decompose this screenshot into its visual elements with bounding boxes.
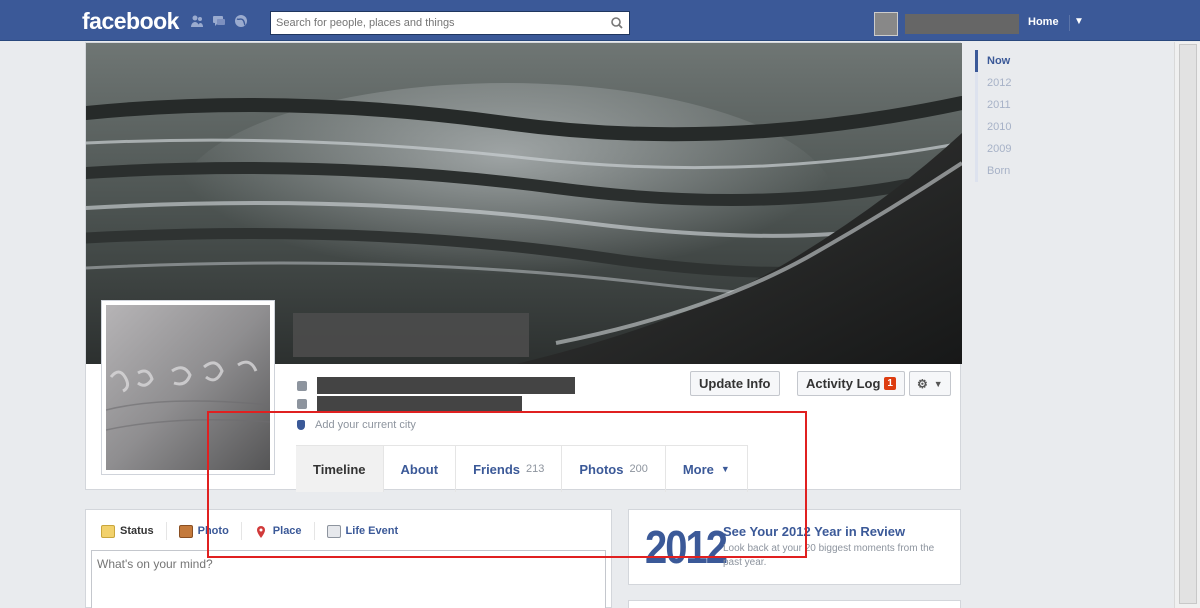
status-icon: [101, 524, 115, 538]
year-now[interactable]: Now: [975, 50, 1035, 72]
topbar-divider: [1069, 15, 1070, 31]
year-2009[interactable]: 2009: [975, 138, 1035, 160]
user-name-redacted[interactable]: [905, 14, 1019, 34]
activity-log-button[interactable]: Activity Log 1: [797, 371, 905, 396]
search-input[interactable]: [271, 12, 601, 34]
photo-icon: [178, 524, 193, 538]
search-icon[interactable]: [609, 15, 625, 31]
composer-tab-status[interactable]: Status: [101, 522, 167, 540]
search-box: [270, 11, 630, 35]
page-scrollbar[interactable]: [1174, 42, 1200, 608]
activity-log-label: Activity Log: [806, 376, 881, 391]
update-info-button[interactable]: Update Info: [690, 371, 780, 396]
work-icon: [297, 380, 307, 391]
info-row-education: [297, 396, 522, 411]
top-navigation-bar: facebook Home ▼: [0, 0, 1200, 41]
update-info-label: Update Info: [699, 376, 771, 391]
timeline-year-nav: Now 2012 2011 2010 2009 Born: [975, 50, 1035, 182]
messages-icon[interactable]: [212, 14, 226, 28]
profile-name-redacted: [293, 313, 529, 357]
year-2012[interactable]: 2012: [975, 72, 1035, 94]
account-caret-icon[interactable]: ▼: [1074, 16, 1084, 27]
notifications-icon[interactable]: [234, 14, 248, 28]
education-icon: [297, 398, 307, 409]
home-link[interactable]: Home: [1028, 16, 1059, 28]
friends-icon[interactable]: [190, 14, 204, 28]
user-avatar[interactable]: [874, 12, 898, 36]
education-redacted: [317, 396, 522, 411]
status-input[interactable]: [91, 550, 606, 608]
info-row-work: [297, 377, 575, 394]
jewel-icons: [190, 14, 248, 28]
facebook-logo[interactable]: facebook: [82, 8, 179, 35]
annotation-highlight-box: [207, 411, 807, 558]
scrollbar-thumb[interactable]: [1179, 44, 1197, 604]
chevron-down-icon: ▼: [933, 378, 943, 389]
year-born[interactable]: Born: [975, 160, 1035, 182]
gear-icon: ⚙: [917, 376, 928, 391]
year-2010[interactable]: 2010: [975, 116, 1035, 138]
work-redacted: [317, 377, 575, 394]
next-card: [628, 600, 961, 608]
composer-tab-label: Status: [120, 525, 154, 537]
activity-log-badge: 1: [884, 377, 896, 390]
year-2011[interactable]: 2011: [975, 94, 1035, 116]
settings-menu-button[interactable]: ⚙ ▼: [909, 371, 951, 396]
